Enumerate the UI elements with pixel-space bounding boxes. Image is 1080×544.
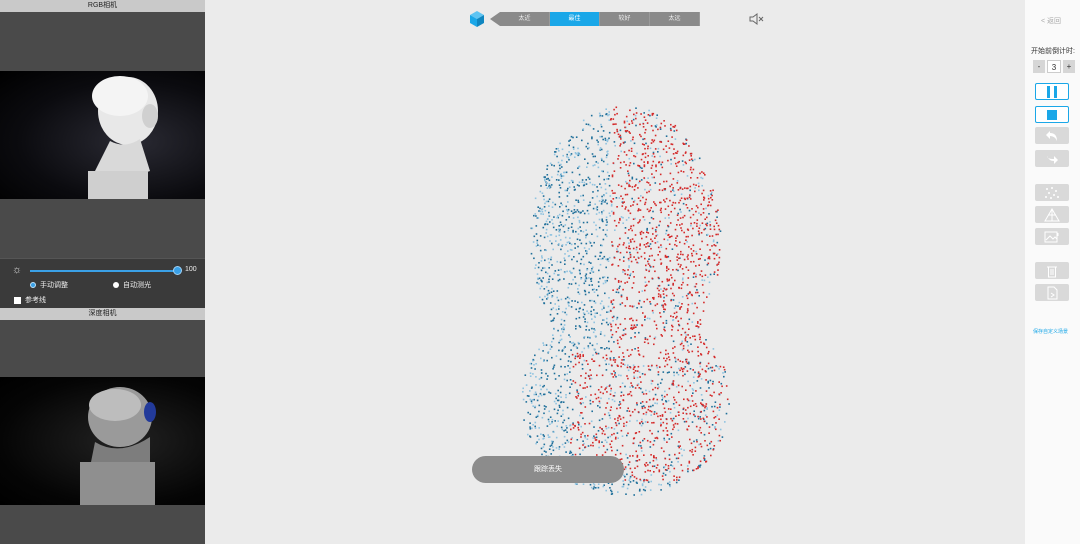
tracking-status: 跟踪丢失 (472, 456, 624, 483)
countdown-label: 开始前倒计时: (1031, 48, 1075, 55)
save-custom-scene-link[interactable]: 保存自定义场景 (1033, 328, 1068, 335)
auto-metering-radio[interactable]: 自动测光 (113, 280, 151, 290)
redo-icon (1047, 155, 1058, 164)
reference-line-label: 参考线 (25, 297, 46, 304)
rgb-camera-title: RGB相机 (0, 0, 205, 12)
countdown-increase-button[interactable]: + (1063, 60, 1075, 73)
brightness-slider-track[interactable] (30, 270, 178, 272)
mesh-button[interactable] (1035, 206, 1069, 223)
trash-icon (1047, 266, 1057, 277)
back-button[interactable]: < 返回 (1041, 16, 1061, 26)
distance-indicator: 太近 最佳 较好 太远 (490, 12, 700, 26)
point-cloud-icon (1045, 186, 1059, 199)
depth-camera-title: 深度相机 (0, 308, 205, 320)
brightness-controls: ☼ 100 手动调整 自动测光 参考线 (0, 258, 205, 308)
mute-icon[interactable] (749, 13, 765, 25)
radio-unselected-icon (113, 282, 119, 288)
pause-icon (1047, 85, 1057, 98)
undo-icon (1046, 130, 1057, 141)
stop-icon (1047, 109, 1057, 120)
image-add-icon (1044, 231, 1059, 242)
pause-button[interactable] (1035, 83, 1069, 100)
point-cloud-view[interactable] (510, 100, 740, 510)
rgb-camera-feed (0, 71, 205, 199)
cube-icon[interactable] (470, 11, 484, 27)
delete-button[interactable] (1035, 262, 1069, 279)
texture-button[interactable] (1035, 228, 1069, 245)
distance-optimal: 最佳 (550, 12, 600, 26)
redo-button[interactable] (1035, 150, 1069, 167)
mesh-icon (1044, 207, 1060, 221)
distance-arrow-icon (490, 12, 500, 26)
brightness-slider-knob[interactable] (173, 266, 182, 275)
undo-button[interactable] (1035, 127, 1069, 144)
countdown-value[interactable]: 3 (1047, 60, 1061, 73)
auto-metering-label: 自动测光 (123, 282, 151, 289)
manual-adjust-label: 手动调整 (40, 282, 68, 289)
stop-button[interactable] (1035, 106, 1069, 123)
distance-too-close: 太近 (500, 12, 550, 26)
countdown-stepper: - 3 + (1033, 60, 1075, 73)
manual-adjust-radio[interactable]: 手动调整 (30, 280, 68, 290)
distance-too-far: 太远 (650, 12, 700, 26)
reference-line-checkbox[interactable]: 参考线 (14, 295, 46, 305)
distance-good: 较好 (600, 12, 650, 26)
point-cloud-button[interactable] (1035, 184, 1069, 201)
camera-panel: RGB相机 ☼ 100 手动调整 自动测光 参考线 深度相机 (0, 0, 205, 544)
brightness-value: 100 (185, 266, 197, 273)
countdown-decrease-button[interactable]: - (1033, 60, 1045, 73)
depth-camera-feed (0, 377, 205, 505)
checkbox-icon (14, 296, 21, 304)
export-icon (1047, 286, 1058, 299)
radio-selected-icon (30, 282, 36, 288)
export-button[interactable] (1035, 284, 1069, 301)
brightness-icon: ☼ (12, 264, 23, 276)
action-panel: < 返回 开始前倒计时: - 3 + 保存自定义场景 (1025, 0, 1080, 544)
